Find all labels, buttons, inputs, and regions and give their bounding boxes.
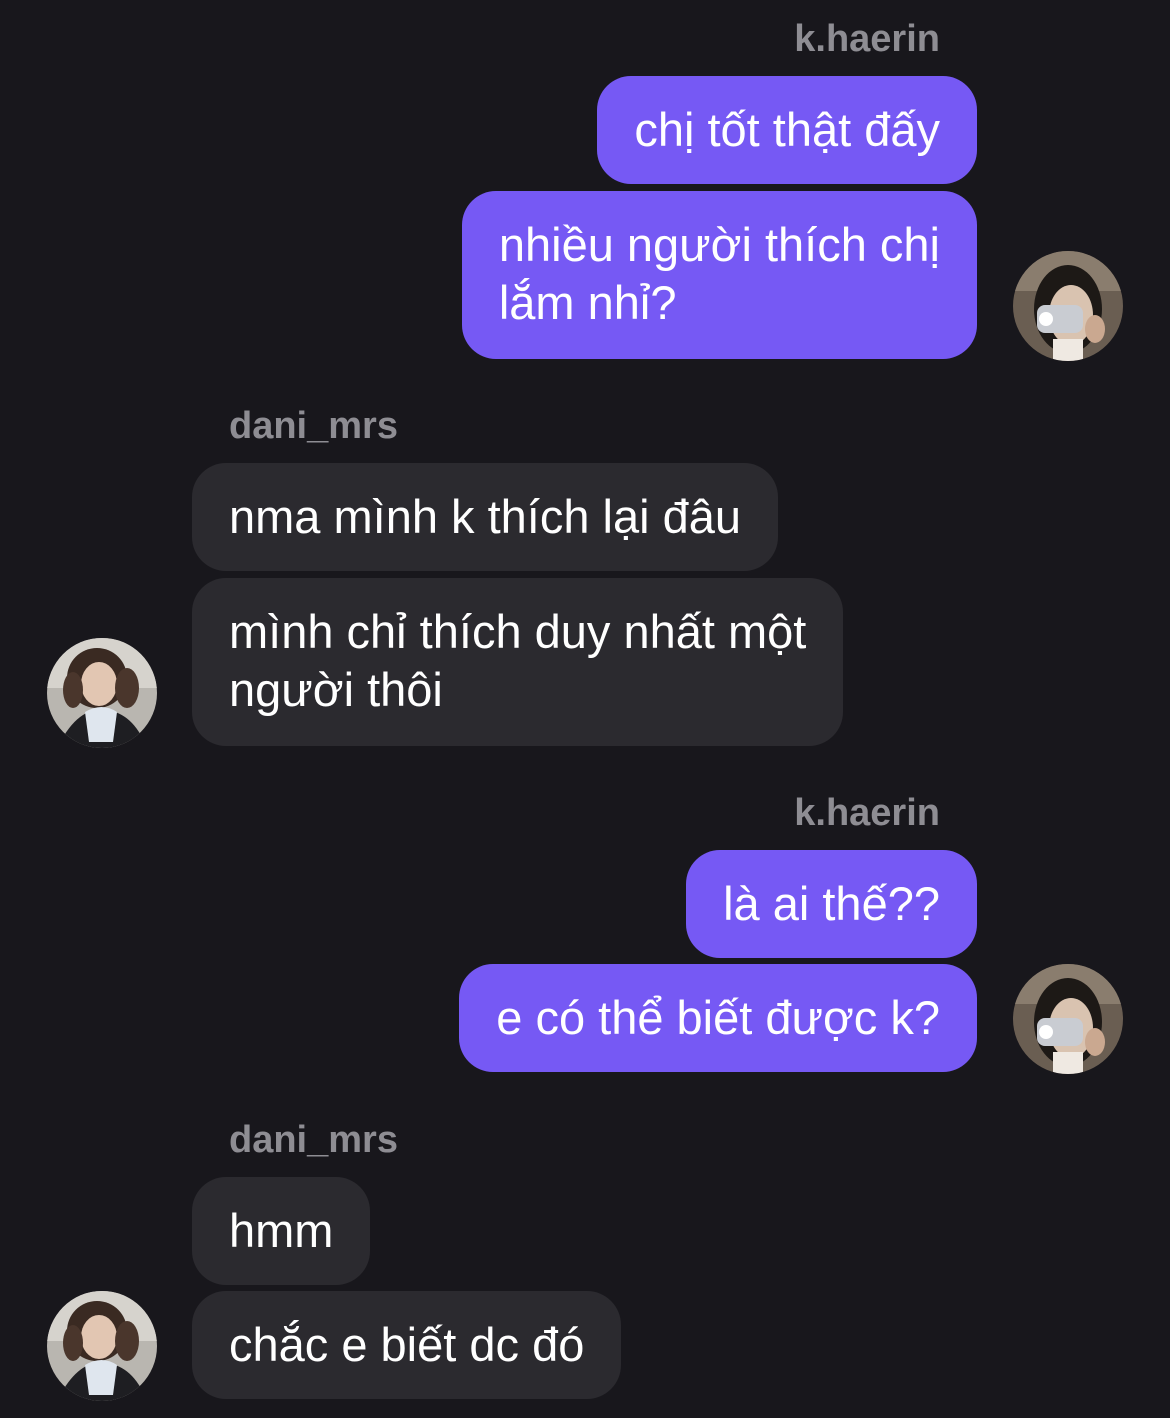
message-bubble-outgoing[interactable]: nhiều người thích chị lắm nhỉ?: [461, 191, 977, 359]
message-bubble-incoming[interactable]: hmm: [192, 1177, 371, 1285]
dani-avatar[interactable]: [47, 638, 157, 748]
message-bubble-outgoing[interactable]: chị tốt thật đấy: [597, 76, 977, 184]
sender-name-dani-mrs[interactable]: dani_mrs: [229, 404, 398, 448]
message-bubble-incoming[interactable]: nma mình k thích lại đâu: [192, 463, 779, 571]
message-bubble-incoming[interactable]: chắc e biết dc đó: [192, 1291, 622, 1399]
sender-name-dani-mrs[interactable]: dani_mrs: [229, 1118, 398, 1162]
message-bubble-outgoing[interactable]: e có thể biết được k?: [459, 964, 977, 1072]
dani-avatar[interactable]: [47, 1291, 157, 1401]
message-bubble-incoming[interactable]: mình chỉ thích duy nhất một người thôi: [192, 578, 844, 746]
message-bubble-outgoing[interactable]: là ai thế??: [686, 850, 977, 958]
sender-name-k-haerin[interactable]: k.haerin: [794, 17, 940, 61]
haerin-avatar[interactable]: [1013, 251, 1123, 361]
sender-name-k-haerin[interactable]: k.haerin: [794, 791, 940, 835]
haerin-avatar[interactable]: [1013, 964, 1123, 1074]
